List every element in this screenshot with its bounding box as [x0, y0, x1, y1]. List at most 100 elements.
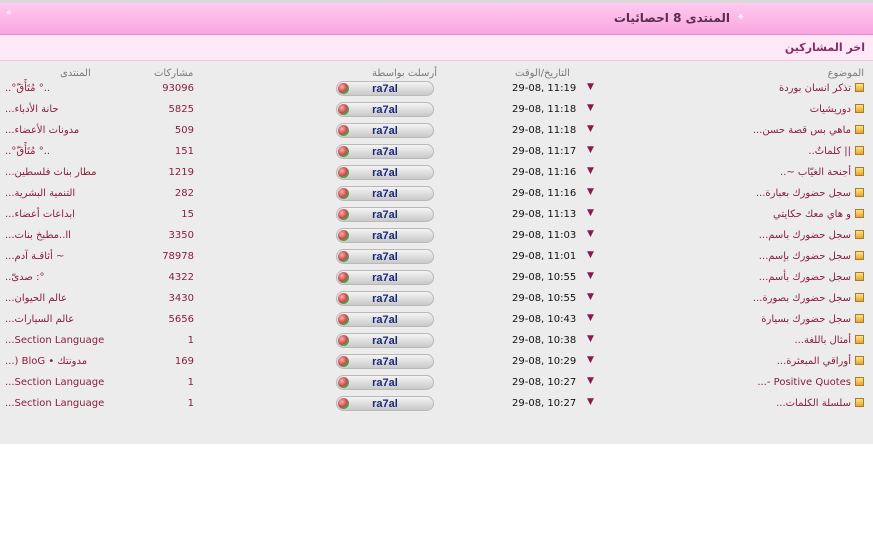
post-count: 93096	[162, 83, 194, 94]
sender-button[interactable]: ra7al	[336, 375, 434, 390]
forum-link[interactable]: حانة الأدباء...	[5, 104, 59, 115]
post-time: 29-08, 11:18	[512, 125, 577, 136]
topic-link[interactable]: سجل حضورك بعبارة...	[756, 188, 851, 199]
sender-name: ra7al	[372, 356, 398, 368]
table-row: سجل حضورك بعبارة... ▼ 29-08, 11:16 ra7al 282…	[0, 183, 873, 204]
topic-link[interactable]: ماهي بس قصة حسن...	[753, 125, 851, 136]
sender-button[interactable]: ra7al	[336, 207, 434, 222]
forum-link[interactable]: اا..مطبخ بنات...	[5, 230, 71, 241]
table-row: سجل حضورك بأسم... ▼ 29-08, 10:55 ra7al 4322 °…	[0, 267, 873, 288]
sender-button[interactable]: ra7al	[336, 354, 434, 369]
sender-button[interactable]: ra7al	[336, 186, 434, 201]
sender-name: ra7al	[372, 125, 398, 137]
go-to-post-icon[interactable]: ▼	[587, 292, 594, 303]
go-to-post-icon[interactable]: ▼	[587, 187, 594, 198]
forum-link[interactable]: عالم السيارات...	[5, 314, 74, 325]
post-time: 29-08, 11:13	[512, 209, 577, 220]
post-count: 3350	[168, 230, 194, 241]
forum-link[interactable]: عالم الحيوان...	[5, 293, 67, 304]
post-count: 169	[174, 356, 194, 367]
post-time: 29-08, 11:19	[512, 83, 577, 94]
go-to-post-icon[interactable]: ▼	[587, 166, 594, 177]
topic-link[interactable]: سجل حضورك بسيارة	[761, 314, 851, 325]
forum-link[interactable]: التنمية البشرية...	[5, 188, 75, 199]
go-to-post-icon[interactable]: ▼	[587, 313, 594, 324]
topic-link[interactable]: أوراقي المبعثرة...	[777, 356, 851, 367]
go-to-post-icon[interactable]: ▼	[587, 82, 594, 93]
sender-button[interactable]: ra7al	[336, 144, 434, 159]
post-count: 509	[174, 125, 194, 136]
go-to-post-icon[interactable]: ▼	[587, 250, 594, 261]
post-count: 1	[187, 398, 194, 409]
sender-button[interactable]: ra7al	[336, 249, 434, 264]
topic-link[interactable]: و هاي معك حكايتي	[773, 209, 851, 220]
go-to-post-icon[interactable]: ▼	[587, 208, 594, 219]
forum-link[interactable]: مطار بنات فلسطين...	[5, 167, 96, 178]
sender-name: ra7al	[372, 167, 398, 179]
sender-button[interactable]: ra7al	[336, 270, 434, 285]
topic-link[interactable]: سجل حضورك بإسم...	[759, 251, 851, 262]
sender-button[interactable]: ra7al	[336, 102, 434, 117]
go-to-post-icon[interactable]: ▼	[587, 229, 594, 240]
sender-button[interactable]: ra7al	[336, 81, 434, 96]
forum-link[interactable]: Section Language...	[5, 398, 104, 409]
folder-icon	[855, 251, 864, 260]
go-to-post-icon[interactable]: ▼	[587, 397, 594, 408]
collapse-icon[interactable]: «	[6, 8, 12, 18]
go-to-post-icon[interactable]: ▼	[587, 103, 594, 114]
sender-name: ra7al	[372, 272, 398, 284]
forum-link[interactable]: ~ أثاقـة آدم...	[5, 251, 64, 262]
forum-link[interactable]: مدونتك • BloG (...	[5, 356, 87, 367]
folder-icon	[855, 377, 864, 386]
topic-link[interactable]: دوريشيات	[810, 104, 851, 115]
sender-name: ra7al	[372, 104, 398, 116]
go-to-post-icon[interactable]: ▼	[587, 355, 594, 366]
topic-link[interactable]: تذكر انسان بوردة	[779, 83, 851, 94]
sender-button[interactable]: ra7al	[336, 165, 434, 180]
post-count: 5825	[168, 104, 194, 115]
go-to-post-icon[interactable]: ▼	[587, 124, 594, 135]
sender-button[interactable]: ra7al	[336, 291, 434, 306]
topic-link[interactable]: سجل حضورك باسم...	[759, 230, 851, 241]
topic-link[interactable]: أمثال باللغة...	[794, 335, 851, 346]
post-count: 78978	[162, 251, 194, 262]
folder-icon	[855, 293, 864, 302]
table-row: سلسلة الكلمات... ▼ 29-08, 10:27 ra7al 1 Secti…	[0, 393, 873, 414]
topic-link[interactable]: سلسلة الكلمات...	[776, 398, 851, 409]
sender-button[interactable]: ra7al	[336, 396, 434, 411]
folder-icon	[855, 398, 864, 407]
go-to-post-icon[interactable]: ▼	[587, 376, 594, 387]
go-to-post-icon[interactable]: ▼	[587, 271, 594, 282]
post-time: 29-08, 10:29	[512, 356, 577, 367]
panel-title: المنتدى 8 احصائيات	[613, 11, 730, 25]
folder-icon	[855, 272, 864, 281]
go-to-post-icon[interactable]: ▼	[587, 334, 594, 345]
topic-link[interactable]: || كلماتٌ..	[808, 146, 851, 157]
post-time: 29-08, 10:27	[512, 398, 577, 409]
forum-link[interactable]: مدونات الأعضاء...	[5, 125, 79, 136]
sender-button[interactable]: ra7al	[336, 228, 434, 243]
topic-link[interactable]: سجل حضورك بصورة...	[753, 293, 851, 304]
sender-button[interactable]: ra7al	[336, 123, 434, 138]
forum-link[interactable]: Section Language...	[5, 335, 104, 346]
forum-link[interactable]: Section Language...	[5, 377, 104, 388]
table-row: سجل حضورك بإسم... ▼ 29-08, 11:01 ra7al 78978…	[0, 246, 873, 267]
go-to-post-icon[interactable]: ▼	[587, 145, 594, 156]
post-count: 1219	[168, 167, 194, 178]
sender-button[interactable]: ra7al	[336, 312, 434, 327]
forum-link[interactable]: °: صدىّ..	[5, 272, 44, 283]
folder-icon	[855, 230, 864, 239]
post-time: 29-08, 11:03	[512, 230, 577, 241]
sender-button[interactable]: ra7al	[336, 333, 434, 348]
table-row: سجل حضورك بسيارة ▼ 29-08, 10:43 ra7al 5656 عا…	[0, 309, 873, 330]
forum-link[interactable]: ابداعات أعضاء...	[5, 209, 75, 220]
folder-icon	[855, 356, 864, 365]
table-row: دوريشيات ▼ 29-08, 11:18 ra7al 5825 حانة الأدب…	[0, 99, 873, 120]
topic-link[interactable]: Positive Quotes -...	[757, 377, 851, 388]
table-row: || كلماتٌ.. ▼ 29-08, 11:17 ra7al 151 ..° مُتَ…	[0, 141, 873, 162]
forum-link[interactable]: ..° مُتَأَقّ°..	[5, 83, 50, 94]
topic-link[interactable]: سجل حضورك بأسم...	[759, 272, 851, 283]
topic-link[interactable]: أجنحة الغيّاب ~..	[780, 167, 851, 178]
post-count: 1	[187, 377, 194, 388]
forum-link[interactable]: ..° مُتَأَقّ°..	[5, 146, 50, 157]
